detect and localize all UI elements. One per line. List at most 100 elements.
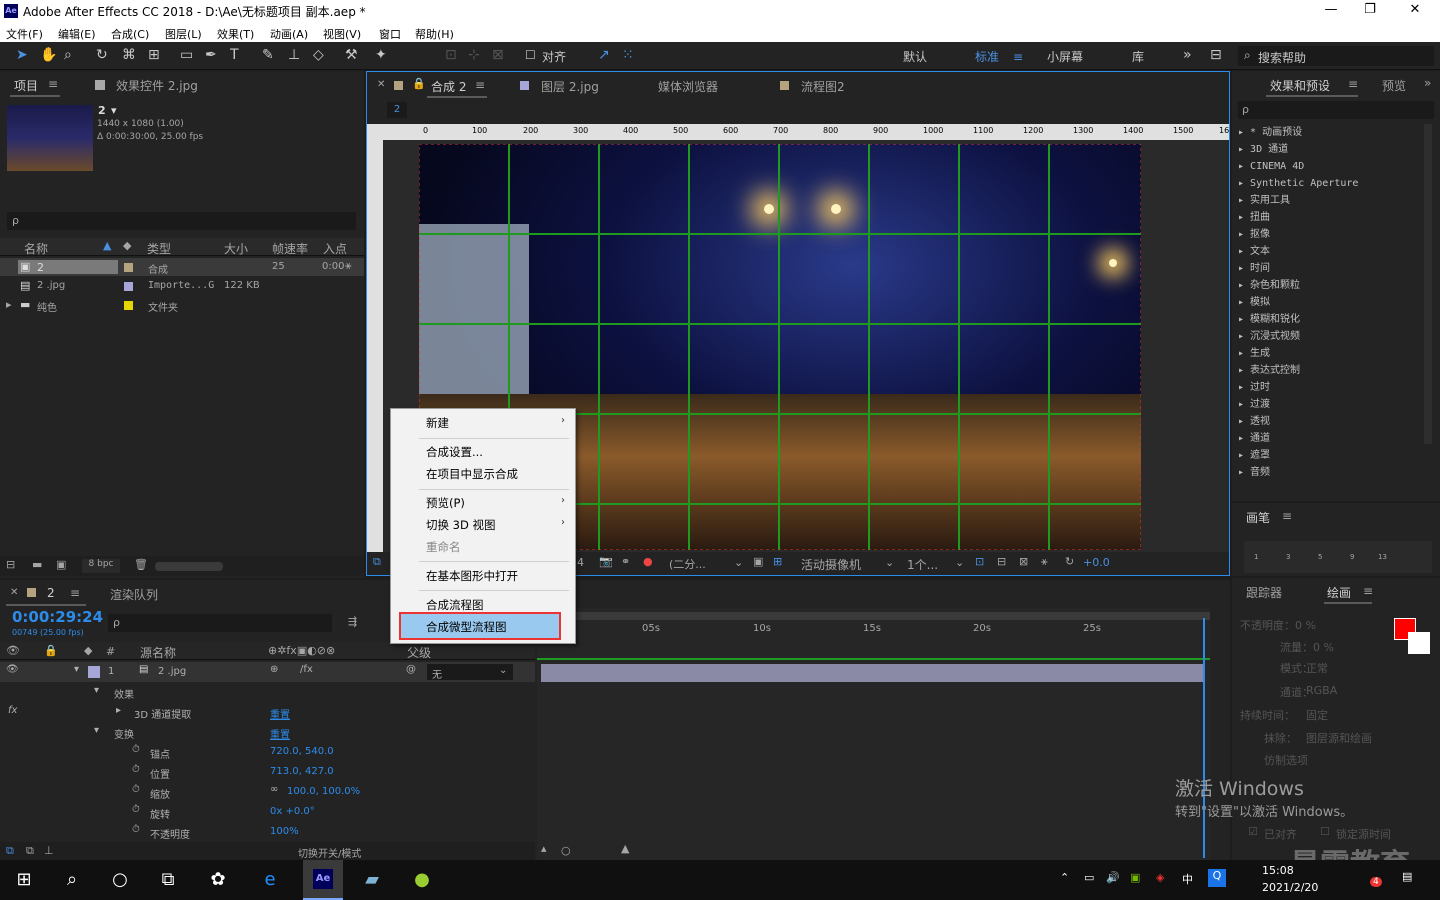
effect-category[interactable]: ▸ 生成 [1232, 345, 1422, 362]
ime-indicator[interactable]: 中 [1182, 871, 1193, 887]
parent-dropdown[interactable]: 无 ⌄ [427, 664, 513, 681]
project-search-box[interactable]: ρ [7, 212, 356, 230]
comp-breadcrumb[interactable]: 2 [387, 102, 407, 118]
minimize-button[interactable]: — [1316, 2, 1346, 20]
menu-edit[interactable]: 编辑(E) [58, 26, 96, 42]
chevron-right-icon[interactable]: ▸ [116, 705, 121, 716]
clock-date[interactable]: 2021/2/20 [1262, 881, 1318, 894]
col-parent[interactable]: 父级 [407, 644, 431, 661]
workspace-more-icon[interactable]: » [1183, 47, 1192, 63]
workspace-small-screen[interactable]: 小屏幕 [1047, 49, 1083, 65]
project-row[interactable]: ▤ 2 .jpg Importe...G 122 KB [0, 277, 364, 295]
layer-row[interactable]: 👁 ▾ 1 ▤ 2 .jpg ⊕ /fx @ 无 ⌄ [0, 662, 535, 682]
selection-tool-icon[interactable]: ➤ [16, 47, 28, 63]
label-tag-icon[interactable]: ◆ [123, 239, 131, 252]
project-search-input[interactable]: ρ [12, 214, 19, 227]
fx-switch-icon[interactable]: /fx [300, 664, 313, 675]
tab-project[interactable]: 项目 [14, 77, 38, 94]
effect-category[interactable]: ▸ 沉浸式视频 [1232, 328, 1422, 345]
local-axis-icon[interactable]: ⊡ [445, 47, 457, 63]
tab-flowchart[interactable]: 流程图2 [801, 78, 845, 95]
chevron-down-icon[interactable]: ▾ [94, 725, 99, 736]
chevron-down-icon[interactable]: ⌄ [885, 556, 894, 569]
workspace-standard[interactable]: 标准 [975, 49, 999, 65]
chevron-down-icon[interactable]: ⌄ [734, 556, 743, 569]
roto-brush-tool-icon[interactable]: ⚒ [345, 47, 358, 63]
menu-animation[interactable]: 动画(A) [270, 26, 308, 42]
effect-category[interactable]: ▸ 抠像 [1232, 226, 1422, 243]
prop-value[interactable]: 713.0, 427.0 [270, 766, 334, 777]
brush-tip[interactable]: 1 [1254, 553, 1258, 561]
prop-row[interactable]: ⏱ 锚点 720.0, 540.0 [0, 742, 535, 762]
qq-icon[interactable]: Q [1208, 869, 1226, 887]
exposure-value[interactable]: +0.0 [1083, 556, 1110, 569]
hand-tool-icon[interactable]: ✋ [40, 47, 57, 63]
lock-icon[interactable]: 🔒 [44, 644, 58, 657]
close-tab-icon[interactable]: ✕ [377, 79, 385, 90]
camera-dropdown[interactable]: 活动摄像机 [801, 556, 861, 573]
comp-mini-flowchart-icon[interactable]: ⇶ [348, 615, 357, 628]
effect-category[interactable]: ▸ 通道 [1232, 430, 1422, 447]
stopwatch-icon[interactable]: ⏱ [132, 784, 140, 795]
zoom-slider[interactable]: ▴ ○ ▲ [537, 842, 737, 860]
maximize-button[interactable]: ❐ [1355, 2, 1385, 20]
clock-time[interactable]: 15:08 [1262, 864, 1294, 877]
trash-icon[interactable]: 🗑 [134, 558, 148, 571]
project-row[interactable]: ▸ ▬ 纯色 文件夹 [0, 296, 364, 314]
rectangle-tool-icon[interactable]: ▭ [180, 47, 193, 63]
prop-row[interactable]: ⏱ 缩放 ∞ 100.0, 100.0% [0, 782, 535, 802]
menu-item-comp-settings[interactable]: 合成设置... [426, 444, 483, 460]
snap-checkbox[interactable]: ☐ [525, 47, 536, 63]
menu-effect[interactable]: 效果(T) [217, 26, 254, 42]
effect-category[interactable]: ▸ 过时 [1232, 379, 1422, 396]
chevron-right-icon[interactable]: ▸ [6, 298, 12, 311]
zoom-out-icon[interactable]: ▴ [541, 842, 547, 855]
tab-layer[interactable]: 图层 2.jpg [541, 78, 599, 95]
puppet-tool-icon[interactable]: ✦ [375, 47, 387, 63]
prop-row[interactable]: ⏱ 位置 713.0, 427.0 [0, 762, 535, 782]
col-fps[interactable]: 帧速率 [272, 240, 308, 257]
search-icon[interactable]: ⌕ [60, 868, 84, 892]
snap-features-icon[interactable]: ⁙ [622, 47, 634, 63]
col-name[interactable]: 名称 [24, 240, 48, 257]
stopwatch-icon[interactable]: ⏱ [132, 744, 140, 755]
show-snapshot-icon[interactable]: ⚭ [621, 555, 630, 568]
eye-icon[interactable]: 👁 [6, 664, 19, 675]
tab-effects-presets[interactable]: 效果和预设 [1270, 77, 1330, 94]
menu-item-open-essential-graphics[interactable]: 在基本图形中打开 [426, 568, 518, 584]
melon-app-icon[interactable]: ● [410, 868, 434, 892]
effect-category[interactable]: ▸ 杂色和颗粒 [1232, 277, 1422, 294]
snap-edges-icon[interactable]: ↗ [598, 47, 610, 63]
text-tool-icon[interactable]: T [230, 47, 239, 63]
effect-category[interactable]: ▸ 3D 通道 [1232, 141, 1422, 158]
effect-category[interactable]: ▸ 文本 [1232, 243, 1422, 260]
prop-row[interactable]: ▾ 变换 重置 [0, 722, 535, 742]
current-timecode[interactable]: 0:00:29:24 [12, 608, 103, 626]
tab-media-browser[interactable]: 媒体浏览器 [658, 78, 718, 95]
prop-value[interactable]: 100.0, 100.0% [287, 786, 360, 797]
brush-tip[interactable]: 9 [1350, 553, 1354, 561]
prop-row[interactable]: fx ▸ 3D 通道提取 重置 [0, 702, 535, 722]
bit-depth-button[interactable]: 8 bpc [82, 559, 120, 573]
stopwatch-icon[interactable]: ⏱ [132, 804, 140, 815]
reset-exposure-icon[interactable]: ↻ [1065, 555, 1074, 568]
effect-category[interactable]: ▸ 音频 [1232, 464, 1422, 481]
lock-source-checkbox[interactable]: ☐ [1320, 825, 1330, 838]
pen-tool-icon[interactable]: ✒ [205, 47, 217, 63]
project-row[interactable]: ▣ 2 合成 25 0:00 ⚹ [0, 258, 364, 276]
zoom-tool-icon[interactable]: ⌕ [64, 47, 72, 63]
menu-item-comp-mini-flowchart[interactable]: 合成微型流程图 [426, 619, 507, 635]
nvidia-icon[interactable]: ▣ [1130, 871, 1140, 884]
action-center-icon[interactable]: ▤ [1402, 870, 1412, 883]
effects-search-box[interactable]: ρ [1238, 101, 1434, 119]
pinwheel-app-icon[interactable]: ✿ [206, 868, 230, 892]
expand-icon[interactable]: ⧉ [6, 844, 14, 858]
layer-bar[interactable] [541, 664, 1203, 682]
clone-stamp-tool-icon[interactable]: ⊥ [288, 47, 300, 63]
zoom-handle[interactable]: ○ [561, 844, 571, 857]
effect-category[interactable]: ▸ 遮罩 [1232, 447, 1422, 464]
eraser-tool-icon[interactable]: ◇ [313, 47, 324, 63]
always-preview-icon[interactable]: ⧉ [373, 555, 381, 569]
workspace-library[interactable]: 库 [1132, 49, 1144, 65]
tab-composition[interactable]: 合成 2 [431, 78, 466, 95]
